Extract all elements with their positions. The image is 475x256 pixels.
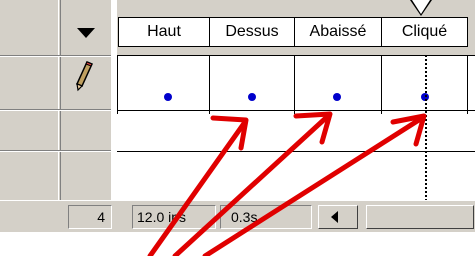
- frame-divider: [294, 56, 295, 114]
- frame-label-abaisse[interactable]: Abaissé: [294, 17, 382, 47]
- timeline-status-bar: 4 12.0 ips 0.3s: [0, 200, 475, 233]
- scroll-left-button[interactable]: [318, 205, 358, 229]
- gutter-divider: [0, 150, 111, 152]
- frame-grid[interactable]: [117, 55, 475, 202]
- frame-label-haut[interactable]: Haut: [118, 17, 210, 47]
- frame-rate-field: 12.0 ips: [132, 205, 216, 229]
- playhead-marker-fill: [412, 0, 430, 14]
- gutter-divider: [0, 109, 111, 111]
- frame-divider: [209, 56, 210, 114]
- timeline-menu-button[interactable]: [64, 20, 108, 50]
- layer-row-divider: [117, 151, 475, 152]
- bottom-strip: [0, 232, 475, 256]
- pencil-icon[interactable]: [74, 60, 94, 92]
- keyframe-dot[interactable]: [164, 93, 172, 101]
- triangle-down-icon: [77, 28, 95, 38]
- gutter-divider: [0, 55, 111, 57]
- layer-name-column: [0, 0, 59, 232]
- scroll-left-arrow-icon: [331, 211, 338, 223]
- elapsed-time-field: 0.3s: [220, 205, 312, 229]
- frame-divider: [467, 56, 468, 114]
- frame-label-dessus[interactable]: Dessus: [209, 17, 295, 47]
- layer-row-divider: [117, 110, 475, 111]
- frame-divider: [117, 56, 118, 114]
- keyframe-dot[interactable]: [248, 93, 256, 101]
- frame-label-clique[interactable]: Cliqué: [381, 17, 468, 47]
- horizontal-scrollbar-thumb[interactable]: [366, 205, 474, 229]
- timeline-window: Haut Dessus Abaissé Cliqué 4 12.0 ips 0.…: [0, 0, 475, 256]
- current-frame-field: 4: [68, 205, 112, 229]
- playhead-line: [425, 55, 427, 205]
- frame-divider: [381, 56, 382, 114]
- layer-gutter: [0, 0, 111, 232]
- keyframe-dot[interactable]: [333, 93, 341, 101]
